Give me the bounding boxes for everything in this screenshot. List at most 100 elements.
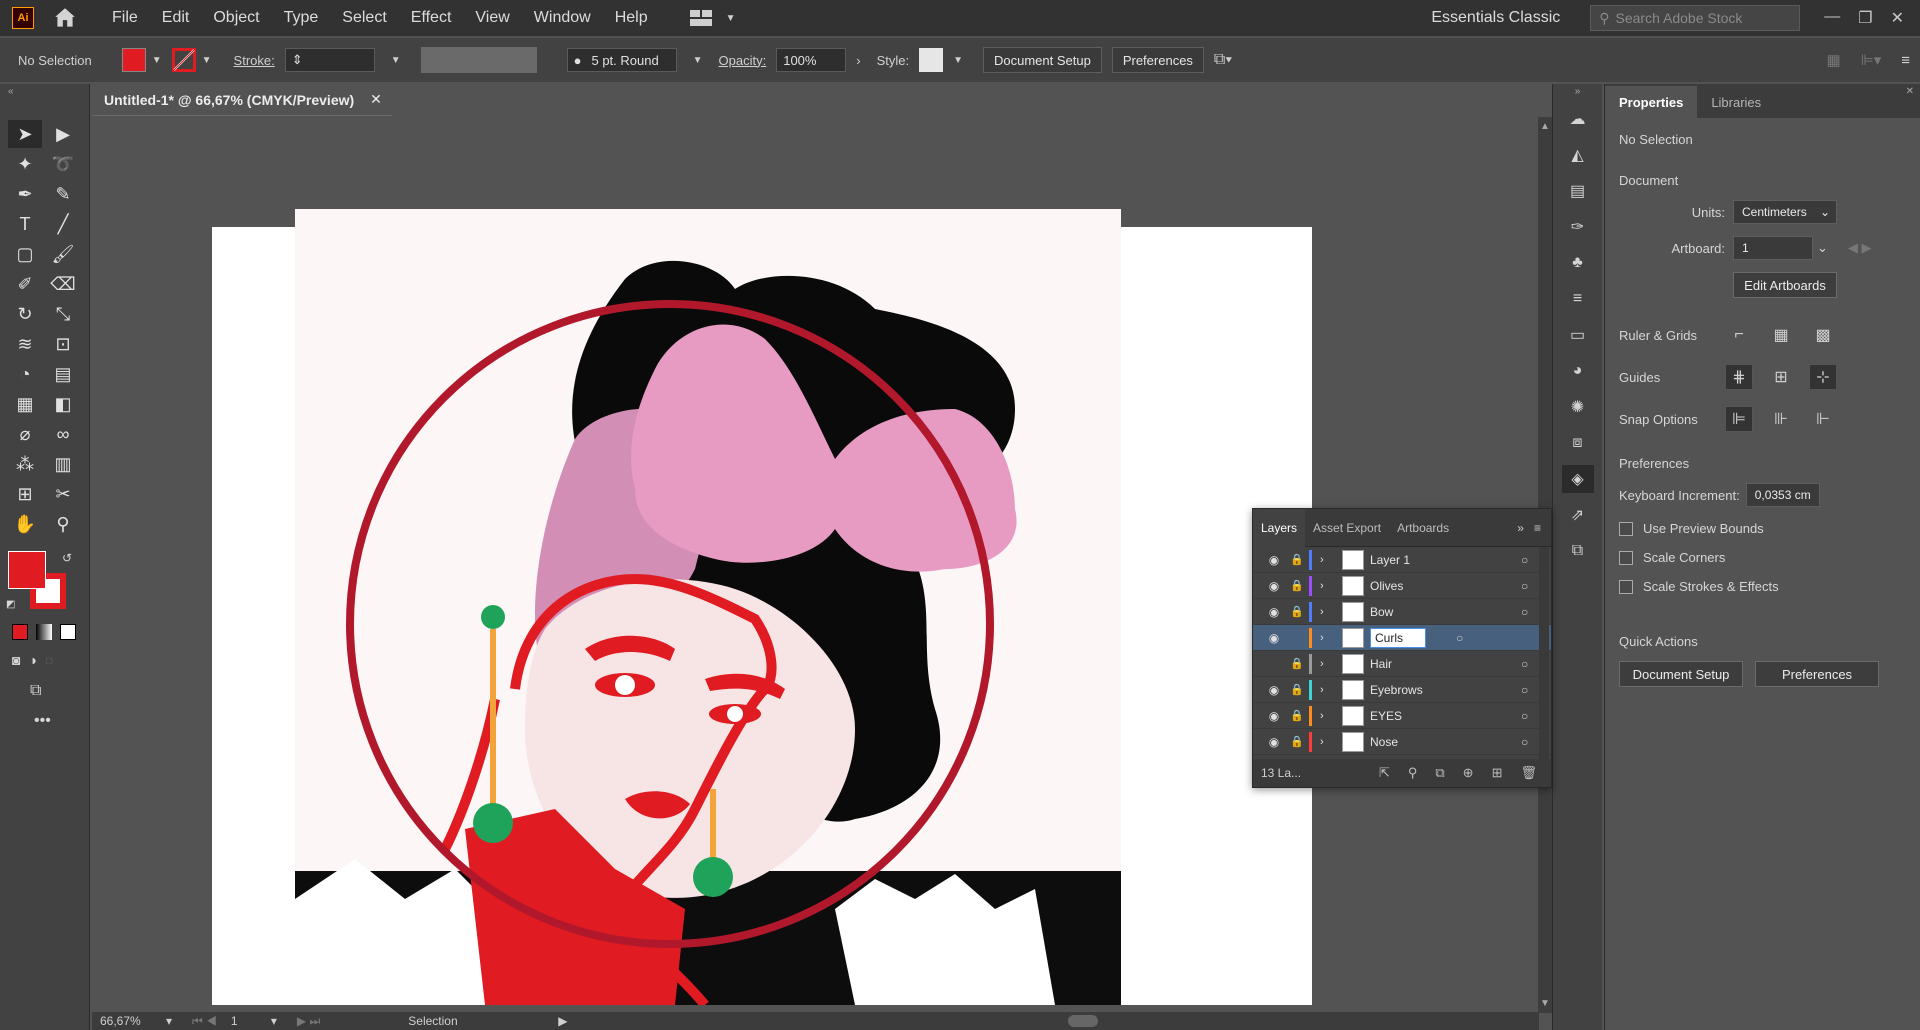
snap-to-point-icon[interactable]: ⊫	[1725, 406, 1753, 432]
layers-scrollbar[interactable]	[1539, 547, 1549, 769]
expand-layer-icon[interactable]: ›	[1320, 658, 1336, 670]
slice-tool-icon[interactable]: ✂	[46, 480, 80, 508]
ruler-icon[interactable]: ⌐	[1725, 322, 1753, 348]
eraser-tool-icon[interactable]: ⌫	[46, 270, 80, 298]
document-setup-button[interactable]: Document Setup	[1619, 661, 1743, 687]
chevron-right-icon[interactable]: ▶	[558, 1014, 567, 1028]
symbol-sprayer-tool-icon[interactable]: ⁂	[8, 450, 42, 478]
warp-tool-icon[interactable]: ≋	[8, 330, 42, 358]
visibility-eye-icon[interactable]: ◉	[1263, 683, 1285, 697]
menu-file[interactable]: File	[100, 9, 150, 27]
panel-menu-icon[interactable]: ≡	[1901, 52, 1910, 69]
units-dropdown[interactable]: Centimeters ⌄	[1733, 200, 1837, 224]
default-colors-icon[interactable]: ◩	[6, 599, 15, 610]
curvature-tool-icon[interactable]: ✎	[46, 180, 80, 208]
artboard-dropdown[interactable]: 1	[1733, 236, 1813, 260]
visibility-eye-icon[interactable]: ◉	[1263, 735, 1285, 749]
menu-type[interactable]: Type	[272, 9, 331, 27]
chevron-down-icon[interactable]: ▼	[391, 55, 401, 66]
scroll-down-icon[interactable]: ▼	[1538, 998, 1552, 1009]
stroke-label[interactable]: Stroke:	[234, 53, 275, 68]
show-guides-icon[interactable]: ⋕	[1725, 364, 1753, 390]
smart-guides-icon[interactable]: ⊹	[1809, 364, 1837, 390]
document-tab[interactable]: Untitled-1* @ 66,67% (CMYK/Preview) ✕	[92, 84, 392, 116]
rectangle-tool-icon[interactable]: ▢	[8, 240, 42, 268]
visibility-eye-icon[interactable]: ◉	[1263, 605, 1285, 619]
locate-object-icon[interactable]: ⚲	[1408, 765, 1418, 781]
fill-box[interactable]	[8, 551, 46, 589]
eyedropper-tool-icon[interactable]: ⌀	[8, 420, 42, 448]
panel-menu-icon[interactable]: ≡	[1534, 521, 1541, 535]
lock-guides-icon[interactable]: ⊞	[1767, 364, 1795, 390]
scale-corners-checkbox[interactable]: Scale Corners	[1619, 550, 1906, 565]
menu-object[interactable]: Object	[201, 9, 271, 27]
draw-behind-icon[interactable]: ◑	[28, 652, 36, 668]
snap-to-grid-icon[interactable]: ⊩	[1809, 406, 1837, 432]
export-icon[interactable]: ⇗	[1562, 501, 1594, 529]
scale-tool-icon[interactable]: ⤡	[46, 300, 80, 328]
arrange-documents-button[interactable]: ▼	[689, 10, 736, 26]
keyboard-increment-field[interactable]: 0,0353 cm	[1745, 483, 1820, 507]
stroke-icon[interactable]: ≡	[1562, 285, 1594, 313]
visibility-eye-icon[interactable]: ◉	[1263, 579, 1285, 593]
symbols-icon[interactable]: ♣	[1562, 249, 1594, 277]
layer-row[interactable]: ◉ 🔒 › EYES ○	[1253, 703, 1551, 729]
line-tool-icon[interactable]: ╱	[46, 210, 80, 238]
fill-color-control[interactable]: ▼	[121, 48, 162, 72]
collapse-icon[interactable]: »	[1517, 521, 1524, 535]
snap-to-pixel-icon[interactable]: ⊪	[1767, 406, 1795, 432]
expand-panels-icon[interactable]: »	[1553, 86, 1602, 97]
mesh-tool-icon[interactable]: ▦	[8, 390, 42, 418]
preferences-button[interactable]: Preferences	[1111, 47, 1204, 73]
collapse-panel-icon[interactable]: «	[8, 86, 14, 97]
stroke-swatch-icon[interactable]	[171, 48, 196, 72]
layer-row[interactable]: ◉ 🔒 › Layer 1 ○	[1253, 547, 1551, 573]
clipping-mask-icon[interactable]: ⧉	[1435, 765, 1444, 781]
lock-icon[interactable]: 🔒	[1285, 605, 1309, 618]
fill-stroke-control[interactable]: ↺ ◩	[6, 551, 72, 611]
lock-icon[interactable]: 🔒	[1285, 553, 1309, 566]
menu-help[interactable]: Help	[603, 9, 660, 27]
workspace-switcher[interactable]: Essentials Classic	[1431, 9, 1560, 27]
layer-row[interactable]: ◉ 🔒 › Bow ○	[1253, 599, 1551, 625]
opacity-label[interactable]: Opacity:	[719, 53, 767, 68]
type-tool-icon[interactable]: T	[8, 210, 42, 238]
none-mode-icon[interactable]	[60, 624, 76, 640]
lock-icon[interactable]: 🔒	[1285, 735, 1309, 748]
selection-tool-icon[interactable]: ➤	[8, 120, 42, 148]
blend-tool-icon[interactable]: ∞	[46, 420, 80, 448]
brush-definition-field[interactable]: ● 5 pt. Round	[566, 48, 677, 72]
pen-tool-icon[interactable]: ✒	[8, 180, 42, 208]
layer-row[interactable]: 🔒 › Hair ○	[1253, 651, 1551, 677]
lock-icon[interactable]: 🔒	[1285, 657, 1309, 670]
properties-icon[interactable]: ◭	[1562, 141, 1594, 169]
lock-icon[interactable]: 🔒	[1285, 683, 1309, 696]
screen-mode-icon[interactable]: ⧉	[30, 682, 41, 700]
edit-artboards-button[interactable]: Edit Artboards	[1733, 272, 1837, 298]
align-left-icon[interactable]: ⊫▾	[1861, 51, 1882, 69]
layers-icon[interactable]: ◈	[1561, 465, 1594, 493]
color-guide-icon[interactable]: ✺	[1562, 393, 1594, 421]
chevron-down-icon[interactable]: ▾	[271, 1014, 277, 1028]
swap-icon[interactable]: ↺	[62, 551, 72, 565]
layer-row[interactable]: ◉ › Curls ○	[1253, 625, 1551, 651]
chevron-down-icon[interactable]: ▼	[693, 55, 703, 66]
expand-layer-icon[interactable]: ›	[1320, 632, 1336, 644]
color-mode-icon[interactable]	[12, 624, 28, 640]
checkbox-box[interactable]	[1619, 521, 1633, 536]
target-icon[interactable]: ○	[1456, 631, 1486, 645]
tab-properties[interactable]: Properties	[1605, 86, 1698, 118]
gradient-tool-icon[interactable]: ◧	[46, 390, 80, 418]
grid-icon[interactable]: ▦	[1767, 322, 1795, 348]
rotate-tool-icon[interactable]: ↻	[8, 300, 42, 328]
prev-artboard-icon[interactable]: ◀ ▶	[1848, 240, 1872, 256]
layer-row[interactable]: ◉ 🔒 › Olives ○	[1253, 573, 1551, 599]
close-tab-icon[interactable]: ✕	[370, 91, 382, 108]
expand-layer-icon[interactable]: ›	[1320, 606, 1336, 618]
transparency-icon[interactable]: ◕	[1562, 357, 1594, 385]
artboards-icon[interactable]: ⧉	[1562, 537, 1594, 565]
transform-icon[interactable]: ⧈	[1562, 429, 1594, 457]
minimize-icon[interactable]: —	[1824, 8, 1840, 28]
tab-asset-export[interactable]: Asset Export	[1305, 509, 1389, 547]
lasso-tool-icon[interactable]: ➰	[46, 150, 80, 178]
